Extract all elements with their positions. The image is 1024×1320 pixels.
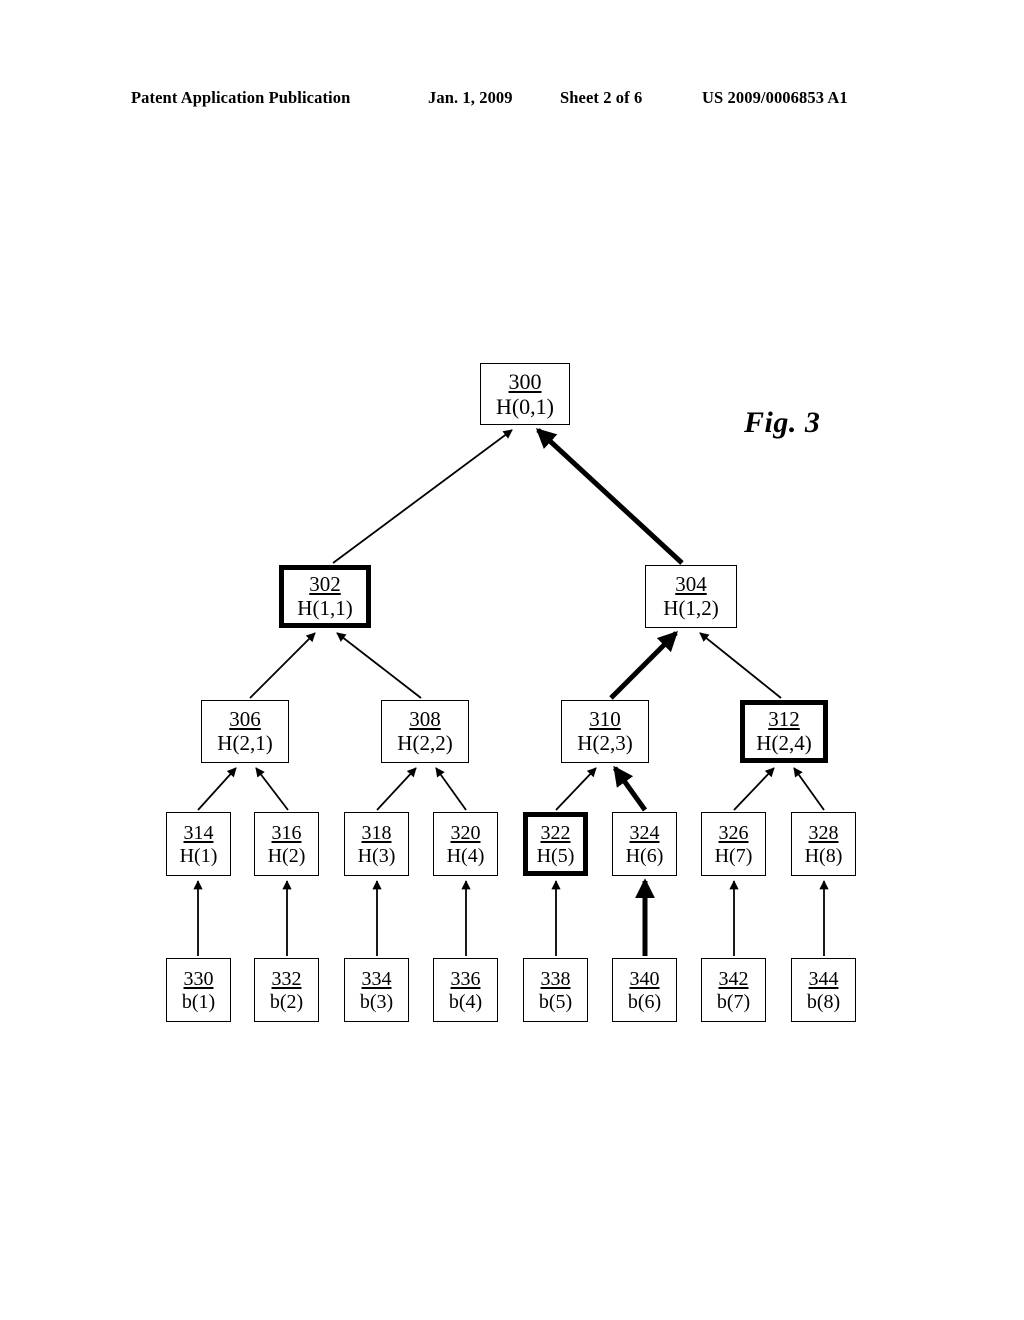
- tree-node-314[interactable]: 314 H(1): [166, 812, 231, 876]
- tree-node-326[interactable]: 326 H(7): [701, 812, 766, 876]
- tree-edge-324-to-310: [612, 765, 648, 812]
- node-reference-numeral: 314: [183, 821, 214, 844]
- node-label: H(2,2): [397, 731, 453, 755]
- tree-edges-layer: [193, 428, 829, 956]
- tree-edge-322-to-310: [555, 767, 597, 811]
- tree-node-344[interactable]: 344 b(8): [791, 958, 856, 1022]
- figure-3-hash-tree-diagram: 300 H(0,1) 302 H(1,1) 304 H(1,2) 306 H(2,1) 308 H…: [0, 0, 1024, 1320]
- node-label: H(2,3): [577, 731, 633, 755]
- tree-edge-312-to-304: [699, 632, 782, 699]
- node-reference-numeral: 312: [768, 707, 800, 731]
- tree-node-330[interactable]: 330 b(1): [166, 958, 231, 1022]
- tree-edge-314-to-306: [197, 767, 237, 811]
- node-label: b(7): [716, 990, 751, 1013]
- tree-edge-310-to-304: [609, 631, 678, 700]
- node-reference-numeral: 344: [808, 967, 839, 990]
- node-label: H(0,1): [495, 393, 555, 419]
- tree-node-328[interactable]: 328 H(8): [791, 812, 856, 876]
- tree-edge-316-to-306: [255, 767, 289, 811]
- tree-node-336[interactable]: 336 b(4): [433, 958, 498, 1022]
- node-label: b(3): [359, 990, 394, 1013]
- node-reference-numeral: 318: [361, 821, 392, 844]
- node-reference-numeral: 308: [409, 707, 441, 731]
- node-label: b(5): [538, 990, 573, 1013]
- node-reference-numeral: 326: [718, 821, 749, 844]
- node-reference-numeral: 330: [183, 967, 214, 990]
- node-label: b(8): [806, 990, 841, 1013]
- node-label: H(1,2): [663, 596, 719, 620]
- node-reference-numeral: 334: [361, 967, 392, 990]
- tree-node-320[interactable]: 320 H(4): [433, 812, 498, 876]
- node-label: H(6): [625, 844, 664, 867]
- tree-node-310[interactable]: 310 H(2,3): [561, 700, 649, 763]
- node-label: b(2): [269, 990, 304, 1013]
- node-label: H(1,1): [297, 596, 353, 620]
- figure-label: Fig. 3: [744, 406, 821, 439]
- tree-node-312[interactable]: 312 H(2,4): [740, 700, 828, 763]
- node-reference-numeral: 302: [309, 572, 341, 596]
- node-reference-numeral: 342: [718, 967, 749, 990]
- tree-edge-302-to-300: [332, 429, 513, 564]
- tree-node-300[interactable]: 300 H(0,1): [480, 363, 570, 425]
- tree-node-318[interactable]: 318 H(3): [344, 812, 409, 876]
- node-label: H(5): [536, 844, 575, 867]
- node-reference-numeral: 328: [808, 821, 839, 844]
- tree-node-324[interactable]: 324 H(6): [612, 812, 677, 876]
- tree-edge-326-to-312: [733, 767, 775, 811]
- node-label: H(3): [357, 844, 396, 867]
- tree-edge-320-to-308: [435, 767, 467, 811]
- tree-edge-318-to-308: [376, 767, 417, 811]
- node-label: b(1): [181, 990, 216, 1013]
- tree-node-302[interactable]: 302 H(1,1): [279, 565, 371, 628]
- node-label: H(2): [267, 844, 306, 867]
- node-reference-numeral: 324: [629, 821, 660, 844]
- node-reference-numeral: 316: [271, 821, 302, 844]
- node-reference-numeral: 300: [508, 368, 542, 394]
- node-reference-numeral: 336: [450, 967, 481, 990]
- tree-node-334[interactable]: 334 b(3): [344, 958, 409, 1022]
- tree-node-308[interactable]: 308 H(2,2): [381, 700, 469, 763]
- node-label: H(7): [714, 844, 753, 867]
- tree-node-332[interactable]: 332 b(2): [254, 958, 319, 1022]
- tree-node-304[interactable]: 304 H(1,2): [645, 565, 737, 628]
- node-reference-numeral: 340: [629, 967, 660, 990]
- tree-edge-304-to-300: [535, 428, 684, 565]
- node-reference-numeral: 306: [229, 707, 261, 731]
- node-label: H(1): [179, 844, 218, 867]
- node-reference-numeral: 310: [589, 707, 621, 731]
- node-reference-numeral: 338: [540, 967, 571, 990]
- node-reference-numeral: 304: [675, 572, 707, 596]
- node-reference-numeral: 322: [540, 821, 571, 844]
- node-label: b(6): [627, 990, 662, 1013]
- tree-node-306[interactable]: 306 H(2,1): [201, 700, 289, 763]
- node-label: H(2,4): [756, 731, 812, 755]
- node-label: H(8): [804, 844, 843, 867]
- tree-edge-308-to-302: [336, 632, 422, 699]
- node-label: H(4): [446, 844, 485, 867]
- tree-node-340[interactable]: 340 b(6): [612, 958, 677, 1022]
- tree-edge-328-to-312: [793, 767, 825, 811]
- node-reference-numeral: 320: [450, 821, 481, 844]
- node-label: H(2,1): [217, 731, 273, 755]
- node-reference-numeral: 332: [271, 967, 302, 990]
- tree-edge-306-to-302: [249, 632, 316, 699]
- tree-node-338[interactable]: 338 b(5): [523, 958, 588, 1022]
- tree-node-322[interactable]: 322 H(5): [523, 812, 588, 876]
- node-label: b(4): [448, 990, 483, 1013]
- tree-node-316[interactable]: 316 H(2): [254, 812, 319, 876]
- tree-node-342[interactable]: 342 b(7): [701, 958, 766, 1022]
